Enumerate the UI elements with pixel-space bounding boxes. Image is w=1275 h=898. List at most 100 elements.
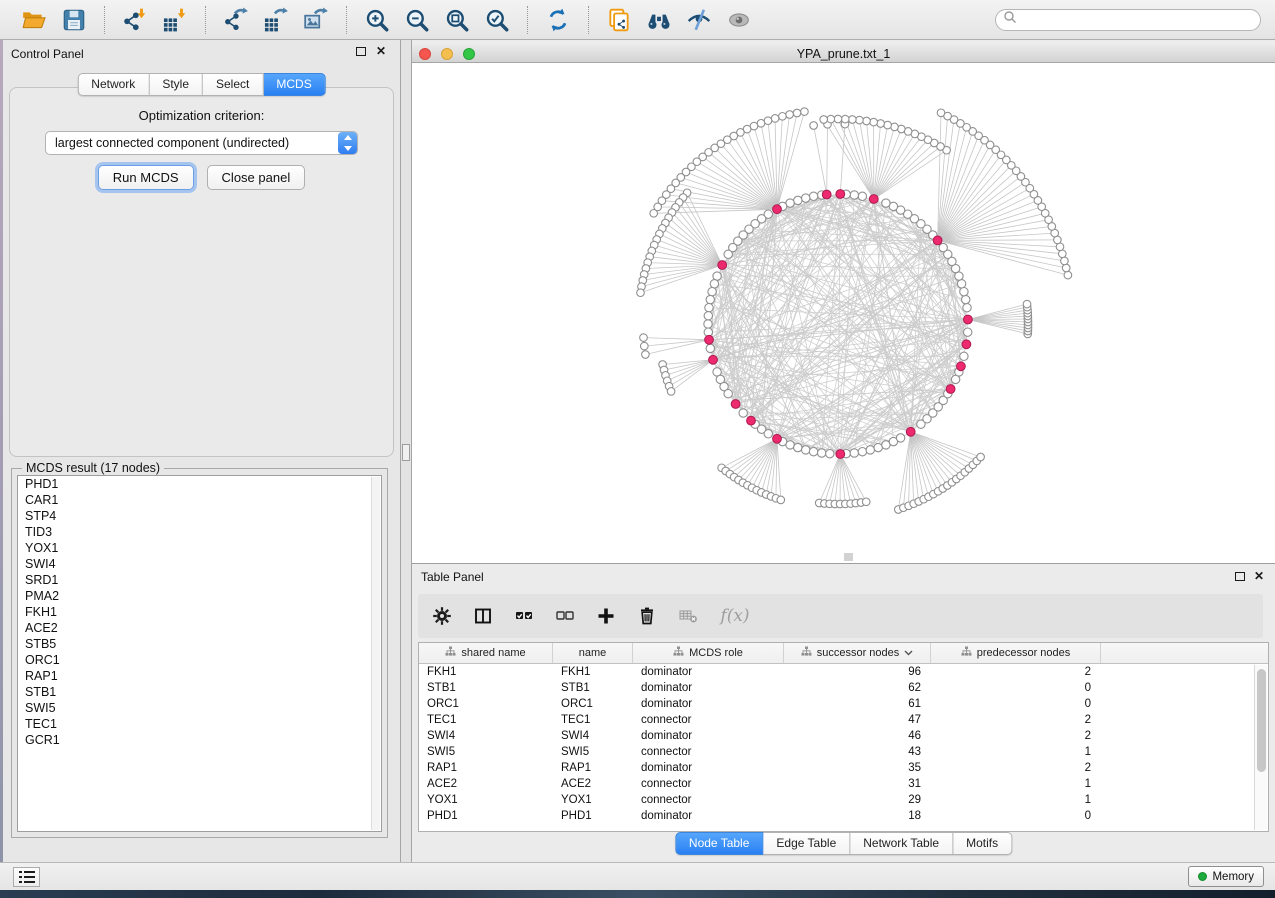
tab-style[interactable]: Style	[149, 73, 203, 96]
import-network-icon[interactable]	[119, 4, 151, 36]
float-window-icon[interactable]	[356, 47, 366, 56]
table-cell[interactable]: 61	[784, 696, 931, 712]
mcds-list-scrollbar[interactable]	[371, 477, 380, 830]
splitter-handle[interactable]	[402, 444, 410, 461]
run-mcds-button[interactable]: Run MCDS	[98, 165, 194, 190]
mcds-result-item[interactable]: SWI5	[18, 700, 381, 716]
table-cell[interactable]: connector	[633, 712, 784, 728]
table-cell[interactable]: 18	[784, 808, 931, 824]
table-cell[interactable]: STB1	[419, 680, 553, 696]
clone-network-icon[interactable]	[603, 4, 635, 36]
table-cell[interactable]: 1	[931, 776, 1101, 792]
tab-node-table[interactable]: Node Table	[675, 832, 764, 855]
apply-preferred-layout-icon[interactable]	[542, 4, 574, 36]
delete-row-icon[interactable]	[636, 605, 658, 627]
table-cell[interactable]: 29	[784, 792, 931, 808]
table-cell[interactable]: ACE2	[553, 776, 633, 792]
table-cell[interactable]: 43	[784, 744, 931, 760]
mcds-result-item[interactable]: STB5	[18, 636, 381, 652]
table-cell[interactable]: TEC1	[419, 712, 553, 728]
mcds-result-item[interactable]: ACE2	[18, 620, 381, 636]
hide-graphics-details-icon[interactable]	[683, 4, 715, 36]
memory-button[interactable]: Memory	[1188, 866, 1264, 887]
zoom-selected-icon[interactable]	[481, 4, 513, 36]
table-row[interactable]: RAP1RAP1dominator352	[419, 760, 1268, 776]
mcds-result-item[interactable]: ORC1	[18, 652, 381, 668]
close-panel-icon[interactable]: ✕	[1254, 569, 1264, 583]
table-row[interactable]: STB1STB1dominator620	[419, 680, 1268, 696]
tab-select[interactable]: Select	[203, 73, 263, 96]
table-cell[interactable]: dominator	[633, 760, 784, 776]
close-panel-button[interactable]: Close panel	[207, 165, 306, 190]
table-cell[interactable]: FKH1	[419, 664, 553, 680]
mcds-result-item[interactable]: FKH1	[18, 604, 381, 620]
deselect-all-icon[interactable]	[554, 605, 576, 627]
mcds-result-item[interactable]: STB1	[18, 684, 381, 700]
table-cell[interactable]: 0	[931, 696, 1101, 712]
tab-motifs[interactable]: Motifs	[953, 832, 1012, 855]
tab-network[interactable]: Network	[77, 73, 149, 96]
table-cell[interactable]: connector	[633, 792, 784, 808]
table-scrollbar-thumb[interactable]	[1257, 669, 1266, 772]
column-header-predecessor-nodes[interactable]: predecessor nodes	[931, 643, 1101, 663]
mcds-result-list[interactable]: PHD1CAR1STP4TID3YOX1SWI4SRD1PMA2FKH1ACE2…	[17, 475, 382, 832]
table-cell[interactable]: dominator	[633, 696, 784, 712]
table-cell[interactable]: TEC1	[553, 712, 633, 728]
table-cell[interactable]: SWI4	[553, 728, 633, 744]
table-cell[interactable]: dominator	[633, 680, 784, 696]
table-cell[interactable]: dominator	[633, 664, 784, 680]
table-row[interactable]: YOX1YOX1connector291	[419, 792, 1268, 808]
tab-mcds[interactable]: MCDS	[263, 73, 325, 96]
table-row[interactable]: FKH1FKH1dominator962	[419, 664, 1268, 680]
table-cell[interactable]: 0	[931, 680, 1101, 696]
zoom-fit-icon[interactable]	[441, 4, 473, 36]
network-canvas[interactable]	[412, 63, 1275, 563]
export-table-icon[interactable]	[260, 4, 292, 36]
mcds-result-item[interactable]: YOX1	[18, 540, 381, 556]
table-cell[interactable]: SWI4	[419, 728, 553, 744]
table-cell[interactable]: PHD1	[419, 808, 553, 824]
column-header-shared-name[interactable]: shared name	[419, 643, 553, 663]
save-session-icon[interactable]	[58, 4, 90, 36]
table-cell[interactable]: STB1	[553, 680, 633, 696]
mcds-result-item[interactable]: TEC1	[18, 716, 381, 732]
close-panel-icon[interactable]: ✕	[376, 44, 386, 58]
table-cell[interactable]: YOX1	[419, 792, 553, 808]
optimization-criterion-select[interactable]: largest connected component (undirected)	[45, 131, 358, 155]
export-network-icon[interactable]	[220, 4, 252, 36]
mcds-result-item[interactable]: PMA2	[18, 588, 381, 604]
mcds-result-item[interactable]: GCR1	[18, 732, 381, 748]
tab-network-table[interactable]: Network Table	[850, 832, 953, 855]
table-cell[interactable]: ORC1	[419, 696, 553, 712]
zoom-out-icon[interactable]	[401, 4, 433, 36]
table-cell[interactable]: RAP1	[419, 760, 553, 776]
mcds-result-item[interactable]: TID3	[18, 524, 381, 540]
table-cell[interactable]: SWI5	[553, 744, 633, 760]
table-cell[interactable]: 1	[931, 744, 1101, 760]
open-session-icon[interactable]	[18, 4, 50, 36]
table-row[interactable]: TEC1TEC1connector472	[419, 712, 1268, 728]
find-icon[interactable]	[643, 4, 675, 36]
export-image-icon[interactable]	[300, 4, 332, 36]
column-header-successor-nodes[interactable]: successor nodes	[784, 643, 931, 663]
table-cell[interactable]: SWI5	[419, 744, 553, 760]
table-cell[interactable]: 1	[931, 792, 1101, 808]
mcds-result-item[interactable]: RAP1	[18, 668, 381, 684]
network-graph[interactable]	[412, 63, 1275, 563]
table-cell[interactable]: 31	[784, 776, 931, 792]
add-row-icon[interactable]	[595, 605, 617, 627]
canvas-scroll-thumb[interactable]	[844, 553, 853, 561]
column-header-name[interactable]: name	[553, 643, 633, 663]
table-cell[interactable]: 62	[784, 680, 931, 696]
panel-menu-button[interactable]	[13, 867, 40, 887]
search-box[interactable]	[995, 9, 1261, 31]
mcds-result-item[interactable]: SRD1	[18, 572, 381, 588]
float-window-icon[interactable]	[1235, 572, 1245, 581]
mcds-result-item[interactable]: SWI4	[18, 556, 381, 572]
select-all-icon[interactable]	[513, 605, 535, 627]
show-graphics-details-icon[interactable]	[723, 4, 755, 36]
mcds-result-item[interactable]: PHD1	[18, 476, 381, 492]
table-scrollbar[interactable]	[1254, 665, 1267, 830]
settings-icon[interactable]	[431, 605, 453, 627]
table-cell[interactable]: 2	[931, 712, 1101, 728]
